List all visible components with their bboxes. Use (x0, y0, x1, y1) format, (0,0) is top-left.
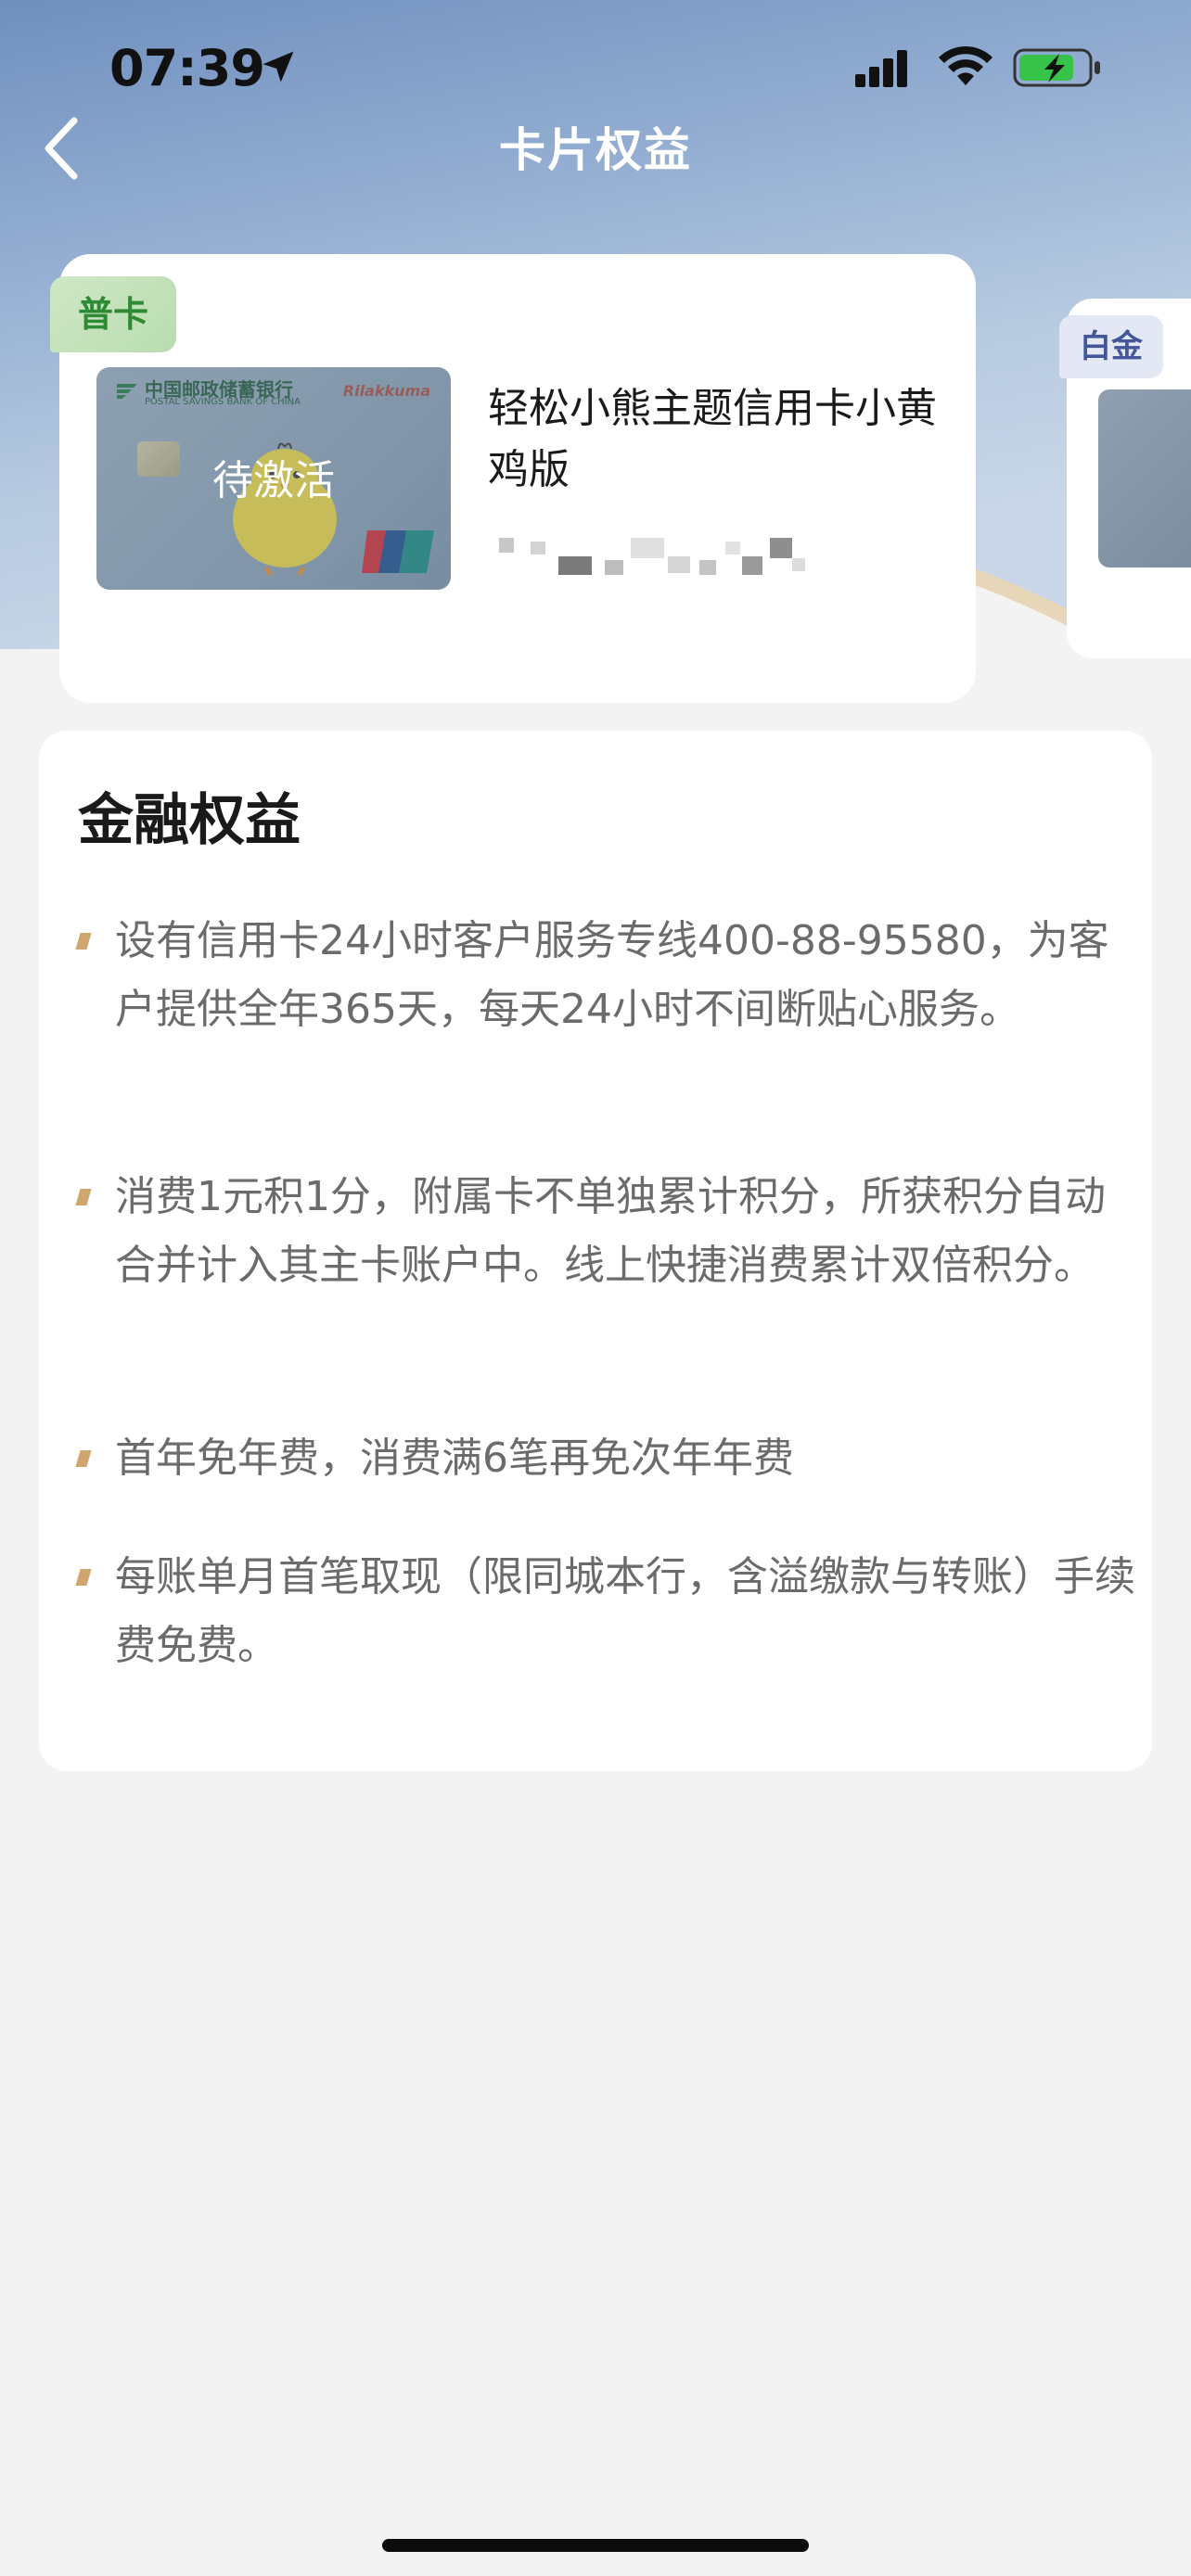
card-tier-badge-next: 白金 (1059, 315, 1163, 378)
benefit-text: 首年免年费，消费满6笔再免次年年费 (115, 1435, 794, 1482)
location-arrow-icon (263, 51, 294, 83)
card-name: 轻松小熊主题信用卡小黄鸡版 (488, 385, 937, 493)
status-time: 07:39 (109, 39, 265, 97)
masked-card-number (499, 538, 805, 575)
card-tier-badge: 普卡 (50, 276, 176, 352)
page-title: 卡片权益 (499, 123, 692, 177)
cellular-signal-icon (855, 50, 907, 87)
navigation-bar: 卡片权益 (0, 102, 1191, 195)
benefit-text: 设有信用卡24小时客户服务专线400-88-95580，为客户提供全年365天，… (115, 917, 1109, 1033)
benefit-text: 消费1元积1分，附属卡不单独累计积分，所获积分自动合并计入其主卡账户中。线上快捷… (115, 1173, 1106, 1289)
credit-card-image-next (1098, 389, 1191, 567)
card-status-label: 待激活 (212, 457, 335, 504)
benefit-text: 每账单月首笔取现（限同城本行，含溢缴款与转账）手续费免费。 (115, 1553, 1135, 1669)
credit-card-image: 中国邮政储蓄银行 POSTAL SAVINGS BANK OF CHINA Ri… (96, 367, 451, 590)
wifi-icon (939, 45, 992, 85)
benefits-title: 金融权益 (78, 788, 301, 853)
battery-charging-icon (1013, 48, 1100, 87)
home-indicator[interactable] (382, 2539, 809, 2552)
